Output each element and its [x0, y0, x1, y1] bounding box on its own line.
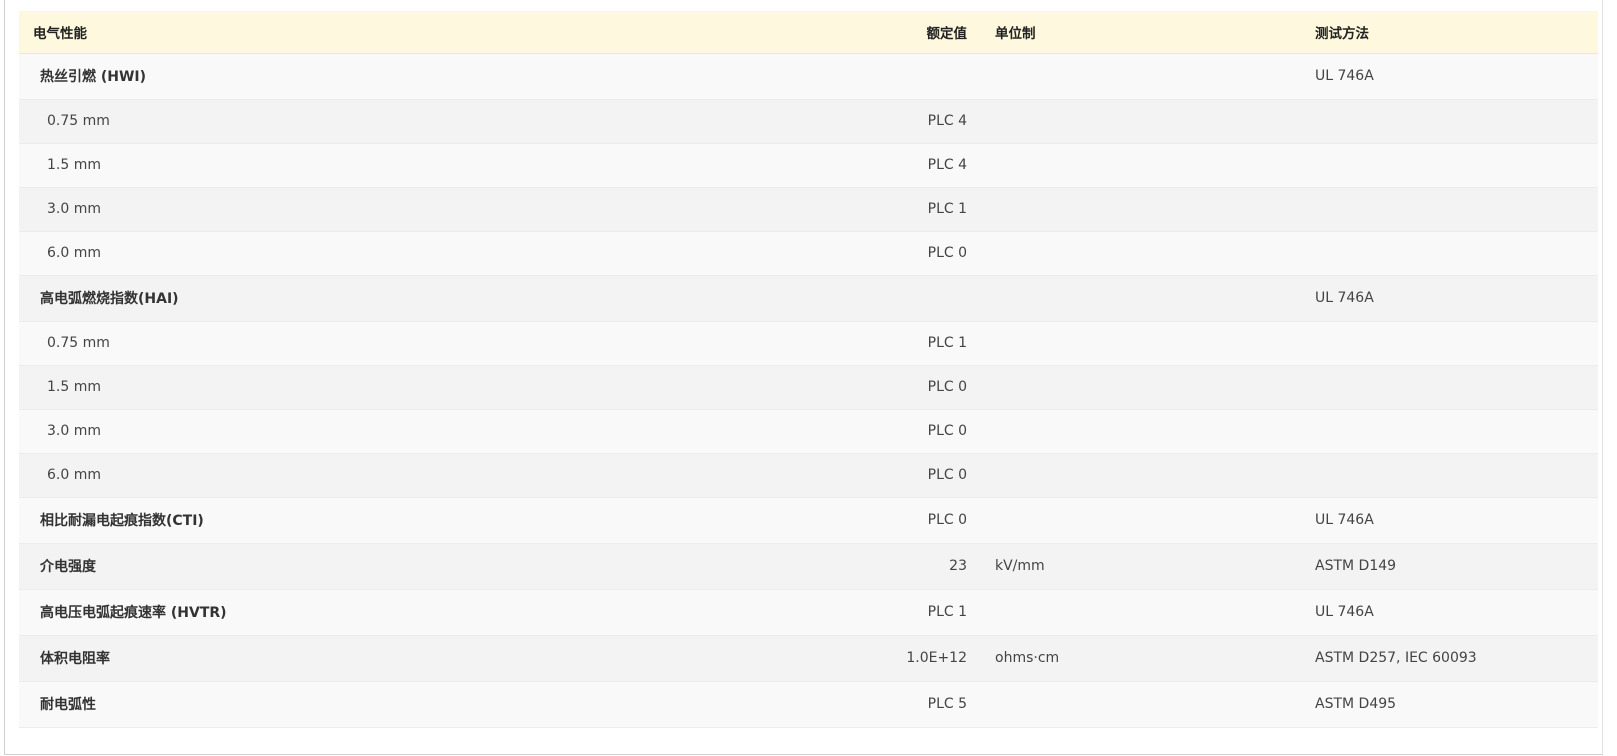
table-header-row: 电气性能 额定值 单位制 测试方法 — [19, 11, 1598, 54]
method-cell — [1301, 453, 1598, 497]
method-cell: UL 746A — [1315, 290, 1374, 306]
unit-cell — [981, 143, 1301, 187]
method-cell — [1301, 187, 1598, 231]
property-cell: 1.5 mm — [47, 379, 101, 395]
property-cell: 6.0 mm — [47, 245, 101, 261]
property-cell: 0.75 mm — [47, 335, 110, 351]
property-cell: 耐电弧性 — [40, 697, 96, 713]
unit-cell — [981, 409, 1301, 453]
header-method: 测试方法 — [1301, 11, 1598, 54]
value-cell: PLC 0 — [927, 467, 967, 483]
method-cell: UL 746A — [1315, 68, 1374, 84]
value-cell: 23 — [949, 558, 967, 574]
method-cell — [1301, 321, 1598, 365]
property-cell: 高电压电弧起痕速率 (HVTR) — [40, 605, 227, 621]
value-cell: PLC 1 — [927, 335, 967, 351]
property-cell: 6.0 mm — [47, 467, 101, 483]
table-row: 6.0 mm PLC 0 — [19, 453, 1598, 497]
table-row: 体积电阻率 1.0E+12 ohms·cm ASTM D257, IEC 60093 — [19, 635, 1598, 681]
value-cell: PLC 0 — [927, 512, 967, 528]
unit-cell — [981, 589, 1301, 635]
property-cell: 0.75 mm — [47, 113, 110, 129]
value-cell: PLC 1 — [927, 201, 967, 217]
method-cell: ASTM D149 — [1315, 558, 1397, 574]
method-cell — [1301, 99, 1598, 143]
unit-cell: kV/mm — [995, 558, 1045, 574]
table-row: 0.75 mm PLC 1 — [19, 321, 1598, 365]
unit-cell — [981, 187, 1301, 231]
value-cell: PLC 5 — [927, 696, 967, 712]
property-cell: 热丝引燃 (HWI) — [40, 69, 147, 85]
table-row: 高电弧燃烧指数(HAI) UL 746A — [19, 275, 1598, 321]
property-cell: 高电弧燃烧指数(HAI) — [40, 291, 179, 307]
header-unit: 单位制 — [981, 11, 1301, 54]
scrollbar[interactable] — [1602, 0, 1617, 756]
unit-cell — [981, 497, 1301, 543]
unit-cell — [981, 453, 1301, 497]
unit-cell — [981, 275, 1301, 321]
unit-cell: ohms·cm — [995, 650, 1060, 666]
value-cell: 1.0E+12 — [906, 650, 967, 666]
table-row: 1.5 mm PLC 0 — [19, 365, 1598, 409]
value-cell: PLC 1 — [927, 604, 967, 620]
table-row: 1.5 mm PLC 4 — [19, 143, 1598, 187]
method-cell: ASTM D257, IEC 60093 — [1315, 650, 1477, 666]
method-cell: UL 746A — [1315, 604, 1374, 620]
table-row: 6.0 mm PLC 0 — [19, 231, 1598, 275]
method-cell — [1301, 231, 1598, 275]
header-value: 额定值 — [881, 11, 981, 54]
table-row: 0.75 mm PLC 4 — [19, 99, 1598, 143]
method-cell — [1301, 143, 1598, 187]
table-row: 耐电弧性 PLC 5 ASTM D495 — [19, 681, 1598, 727]
value-cell — [881, 53, 981, 99]
unit-cell — [981, 321, 1301, 365]
value-cell: PLC 0 — [927, 245, 967, 261]
value-cell: PLC 4 — [927, 113, 967, 129]
property-cell: 1.5 mm — [47, 157, 101, 173]
method-cell — [1301, 409, 1598, 453]
property-cell: 体积电阻率 — [40, 651, 110, 667]
property-cell: 3.0 mm — [47, 423, 101, 439]
property-cell: 介电强度 — [40, 559, 96, 575]
unit-cell — [981, 365, 1301, 409]
unit-cell — [981, 99, 1301, 143]
value-cell — [881, 275, 981, 321]
value-cell: PLC 0 — [927, 423, 967, 439]
value-cell: PLC 0 — [927, 379, 967, 395]
table-row: 相比耐漏电起痕指数(CTI) PLC 0 UL 746A — [19, 497, 1598, 543]
method-cell — [1301, 365, 1598, 409]
property-cell: 3.0 mm — [47, 201, 101, 217]
header-property: 电气性能 — [19, 11, 881, 54]
value-cell: PLC 4 — [927, 157, 967, 173]
table-row: 3.0 mm PLC 0 — [19, 409, 1598, 453]
table-row: 3.0 mm PLC 1 — [19, 187, 1598, 231]
unit-cell — [981, 231, 1301, 275]
table-row: 高电压电弧起痕速率 (HVTR) PLC 1 UL 746A — [19, 589, 1598, 635]
unit-cell — [981, 53, 1301, 99]
method-cell: ASTM D495 — [1315, 696, 1397, 712]
property-cell: 相比耐漏电起痕指数(CTI) — [40, 513, 204, 529]
table-row: 热丝引燃 (HWI) UL 746A — [19, 53, 1598, 99]
method-cell: UL 746A — [1315, 512, 1374, 528]
electrical-properties-table: 电气性能 额定值 单位制 测试方法 热丝引燃 (HWI) UL 746A 0.75 … — [19, 11, 1598, 728]
unit-cell — [981, 681, 1301, 727]
table-row: 介电强度 23 kV/mm ASTM D149 — [19, 543, 1598, 589]
